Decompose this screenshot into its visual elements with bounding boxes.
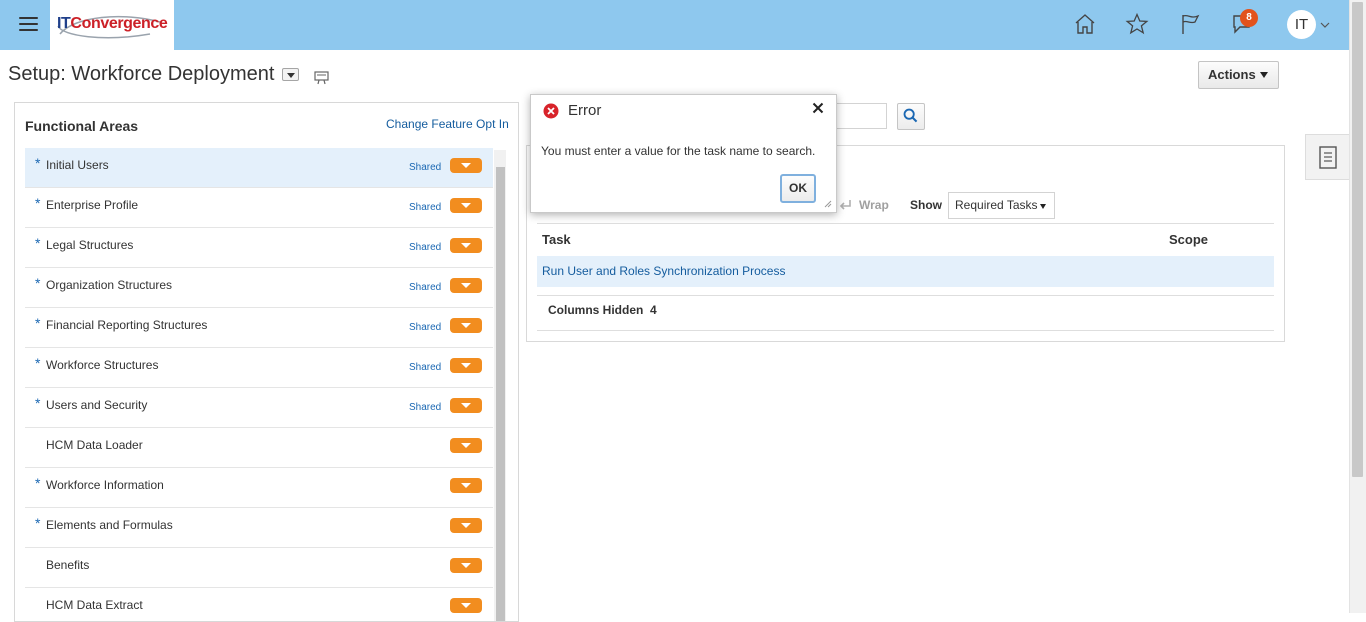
required-marker: *: [35, 235, 41, 251]
column-header-scope[interactable]: Scope: [1169, 232, 1208, 247]
actions-menu-button[interactable]: Actions: [1198, 61, 1279, 89]
presentation-icon[interactable]: [314, 71, 329, 85]
change-feature-opt-in-link[interactable]: Change Feature Opt In: [386, 117, 509, 131]
company-logo[interactable]: ITConvergence: [50, 0, 174, 50]
shared-indicator: Shared: [409, 322, 442, 333]
wrap-icon[interactable]: [838, 199, 852, 211]
resize-handle-icon[interactable]: [822, 198, 832, 208]
page-scrollbar-thumb[interactable]: [1352, 2, 1363, 477]
table-divider: [537, 223, 1274, 224]
functional-area-menu-button[interactable]: [450, 198, 482, 213]
functional-area-label[interactable]: Benefits: [46, 558, 89, 572]
show-label: Show: [910, 198, 942, 212]
functional-area-item[interactable]: HCM Data Extract: [25, 588, 493, 621]
functional-area-label[interactable]: Organization Structures: [46, 278, 172, 292]
logo-text: ITConvergence: [57, 15, 168, 32]
functional-area-item[interactable]: * Workforce Structures Shared: [25, 348, 493, 388]
page-title: Setup: Workforce Deployment: [8, 63, 275, 85]
shared-indicator: Shared: [409, 282, 442, 293]
functional-area-item[interactable]: * Legal Structures Shared: [25, 228, 493, 268]
shared-indicator: Shared: [409, 202, 442, 213]
required-marker: *: [35, 395, 41, 411]
required-marker: *: [35, 155, 41, 171]
shared-indicator: Shared: [409, 362, 442, 373]
required-marker: *: [35, 275, 41, 291]
functional-area-item[interactable]: HCM Data Loader: [25, 428, 493, 468]
user-avatar[interactable]: IT: [1287, 10, 1316, 39]
required-marker: *: [35, 355, 41, 371]
functional-area-menu-button[interactable]: [450, 238, 482, 253]
functional-area-label[interactable]: Workforce Structures: [46, 358, 158, 372]
functional-area-menu-button[interactable]: [450, 558, 482, 573]
star-icon[interactable]: [1125, 12, 1149, 36]
document-list-icon: [1319, 146, 1337, 169]
column-header-task[interactable]: Task: [542, 232, 571, 247]
functional-area-label[interactable]: Initial Users: [46, 158, 109, 172]
notification-count-badge: 8: [1240, 9, 1258, 27]
functional-area-menu-button[interactable]: [450, 438, 482, 453]
table-divider: [537, 295, 1274, 296]
functional-area-menu-button[interactable]: [450, 598, 482, 613]
functional-area-item[interactable]: * Elements and Formulas: [25, 508, 493, 548]
task-link[interactable]: Run User and Roles Synchronization Proce…: [542, 264, 785, 278]
functional-area-menu-button[interactable]: [450, 398, 482, 413]
functional-area-label[interactable]: HCM Data Extract: [46, 598, 143, 612]
required-marker: *: [35, 195, 41, 211]
functional-area-item[interactable]: Benefits: [25, 548, 493, 588]
required-marker: *: [35, 515, 41, 531]
search-button[interactable]: [897, 103, 925, 130]
functional-area-item[interactable]: * Enterprise Profile Shared: [25, 188, 493, 228]
required-marker: *: [35, 475, 41, 491]
dialog-title: Error: [568, 102, 602, 119]
shared-indicator: Shared: [409, 162, 442, 173]
functional-area-label[interactable]: HCM Data Loader: [46, 438, 143, 452]
error-dialog: Error You must enter a value for the tas…: [530, 94, 837, 213]
home-icon[interactable]: [1073, 12, 1097, 36]
functional-area-menu-button[interactable]: [450, 518, 482, 533]
top-header-bar: ITConvergence 8 IT: [0, 0, 1349, 50]
hamburger-menu-icon[interactable]: [19, 17, 38, 32]
functional-area-menu-button[interactable]: [450, 318, 482, 333]
shared-indicator: Shared: [409, 242, 442, 253]
chevron-down-icon[interactable]: [1320, 20, 1330, 30]
table-divider: [537, 330, 1274, 331]
functional-area-menu-button[interactable]: [450, 478, 482, 493]
functional-area-label[interactable]: Users and Security: [46, 398, 147, 412]
functional-area-label[interactable]: Elements and Formulas: [46, 518, 173, 532]
title-dropdown-button[interactable]: [282, 68, 299, 81]
required-marker: *: [35, 315, 41, 331]
wrap-button[interactable]: Wrap: [859, 198, 889, 212]
functional-areas-scrollbar-thumb[interactable]: [496, 167, 505, 621]
table-row[interactable]: Run User and Roles Synchronization Proce…: [537, 256, 1274, 287]
functional-area-item[interactable]: * Organization Structures Shared: [25, 268, 493, 308]
ok-button[interactable]: OK: [780, 174, 816, 203]
dialog-message: You must enter a value for the task name…: [541, 144, 816, 158]
functional-area-label[interactable]: Legal Structures: [46, 238, 133, 252]
flag-icon[interactable]: [1178, 12, 1202, 36]
columns-hidden-label: Columns Hidden: [548, 303, 644, 317]
functional-area-menu-button[interactable]: [450, 358, 482, 373]
side-panel-toggle[interactable]: [1305, 134, 1349, 180]
functional-area-label[interactable]: Financial Reporting Structures: [46, 318, 207, 332]
functional-area-item[interactable]: * Financial Reporting Structures Shared: [25, 308, 493, 348]
error-icon: [543, 103, 559, 119]
shared-indicator: Shared: [409, 402, 442, 413]
task-search-input[interactable]: [834, 103, 887, 129]
columns-hidden-count: 4: [650, 303, 657, 317]
functional-area-label[interactable]: Enterprise Profile: [46, 198, 138, 212]
functional-area-item[interactable]: * Users and Security Shared: [25, 388, 493, 428]
functional-area-item[interactable]: * Workforce Information: [25, 468, 493, 508]
functional-areas-panel: Functional Areas Change Feature Opt In *…: [14, 102, 519, 622]
functional-area-menu-button[interactable]: [450, 158, 482, 173]
search-icon: [903, 108, 918, 123]
functional-areas-heading: Functional Areas: [25, 118, 139, 134]
functional-areas-list: * Initial Users Shared * Enterprise Profile S…: [25, 148, 493, 621]
close-icon[interactable]: [812, 102, 824, 114]
functional-area-label[interactable]: Workforce Information: [46, 478, 164, 492]
functional-area-menu-button[interactable]: [450, 278, 482, 293]
show-filter-select[interactable]: Required Tasks: [948, 192, 1055, 219]
functional-area-item[interactable]: * Initial Users Shared: [25, 148, 493, 188]
